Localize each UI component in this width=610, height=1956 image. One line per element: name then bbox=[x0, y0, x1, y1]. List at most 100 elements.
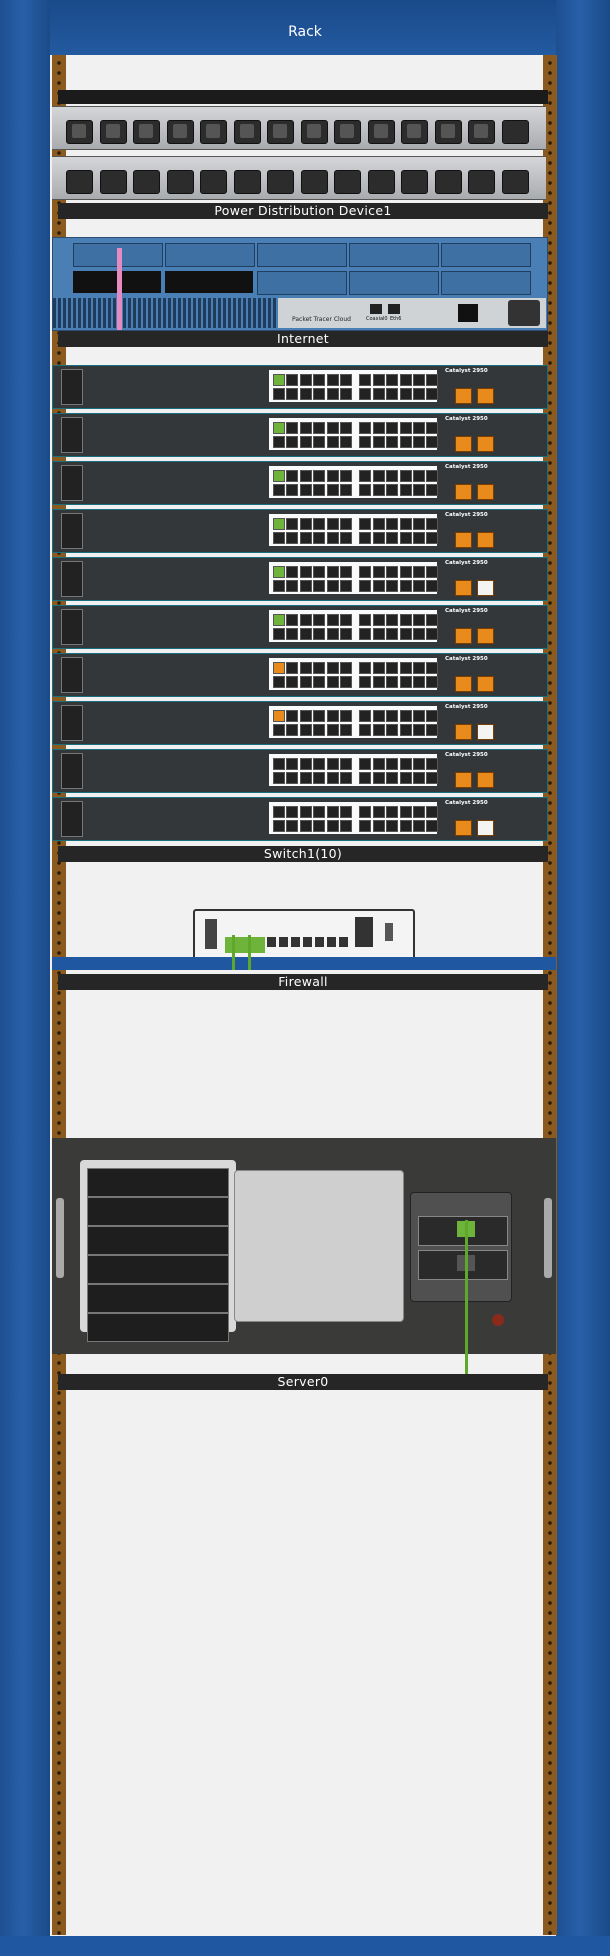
switch-port[interactable] bbox=[326, 758, 339, 770]
switch-port[interactable] bbox=[413, 484, 425, 496]
switch-port[interactable] bbox=[359, 532, 372, 544]
switch-port[interactable] bbox=[426, 676, 439, 688]
switch-port[interactable] bbox=[426, 518, 439, 530]
switch-port[interactable] bbox=[273, 662, 285, 674]
power-outlet[interactable] bbox=[233, 170, 261, 194]
switch-port[interactable] bbox=[359, 676, 372, 688]
switch-port[interactable] bbox=[340, 772, 352, 784]
switch-unit[interactable]: Catalyst 2950 bbox=[52, 509, 548, 553]
switch-port[interactable] bbox=[372, 662, 385, 674]
server-chassis[interactable] bbox=[52, 1138, 556, 1354]
switch-port[interactable] bbox=[386, 470, 399, 482]
switch-port[interactable] bbox=[386, 484, 399, 496]
switch-port[interactable] bbox=[386, 662, 399, 674]
switch-port[interactable] bbox=[386, 758, 399, 770]
switch-port[interactable] bbox=[399, 724, 412, 736]
switch-port[interactable] bbox=[372, 436, 385, 448]
switch-port[interactable] bbox=[273, 758, 285, 770]
firewall-port[interactable] bbox=[267, 937, 276, 947]
switch-port[interactable] bbox=[399, 518, 412, 530]
switch-port[interactable] bbox=[299, 388, 312, 400]
switch-port[interactable] bbox=[273, 532, 285, 544]
switch-port[interactable] bbox=[426, 614, 439, 626]
switch-uplink-port[interactable] bbox=[477, 532, 494, 548]
switch-port[interactable] bbox=[286, 628, 299, 640]
switch-port[interactable] bbox=[413, 532, 425, 544]
switch-port[interactable] bbox=[299, 628, 312, 640]
switch-port[interactable] bbox=[326, 710, 339, 722]
switch-port[interactable] bbox=[286, 820, 299, 832]
switch-port[interactable] bbox=[313, 436, 326, 448]
switch-port[interactable] bbox=[299, 436, 312, 448]
switch-port[interactable] bbox=[299, 484, 312, 496]
power-outlet[interactable] bbox=[200, 120, 227, 144]
switch-port[interactable] bbox=[426, 388, 439, 400]
power-outlet[interactable] bbox=[501, 170, 529, 194]
switch-port[interactable] bbox=[326, 628, 339, 640]
switch-port[interactable] bbox=[372, 374, 385, 386]
switch-port[interactable] bbox=[399, 662, 412, 674]
switch-port[interactable] bbox=[372, 676, 385, 688]
switch-port[interactable] bbox=[359, 566, 372, 578]
switch-port[interactable] bbox=[426, 484, 439, 496]
server-left-handle[interactable] bbox=[56, 1198, 64, 1278]
switch-port[interactable] bbox=[426, 806, 439, 818]
switch-port[interactable] bbox=[340, 758, 352, 770]
switch-port[interactable] bbox=[299, 518, 312, 530]
power-outlet[interactable] bbox=[99, 170, 127, 194]
switch-port[interactable] bbox=[286, 710, 299, 722]
switch-port[interactable] bbox=[313, 628, 326, 640]
switch-port[interactable] bbox=[426, 566, 439, 578]
switch-unit[interactable]: Catalyst 2950 bbox=[52, 749, 548, 793]
server-hard-drive[interactable] bbox=[87, 1226, 229, 1255]
power-outlet[interactable] bbox=[66, 170, 93, 194]
switch-port[interactable] bbox=[399, 532, 412, 544]
switch-port[interactable] bbox=[340, 820, 352, 832]
switch-port[interactable] bbox=[340, 532, 352, 544]
switch-port[interactable] bbox=[273, 436, 285, 448]
switch-port[interactable] bbox=[386, 580, 399, 592]
switch-port[interactable] bbox=[299, 806, 312, 818]
switch-port[interactable] bbox=[326, 436, 339, 448]
switch-port[interactable] bbox=[313, 388, 326, 400]
switch-port[interactable] bbox=[340, 470, 352, 482]
power-outlet[interactable] bbox=[434, 120, 462, 144]
switch-port[interactable] bbox=[273, 566, 285, 578]
switch-port[interactable] bbox=[340, 518, 352, 530]
server-hard-drive[interactable] bbox=[87, 1255, 229, 1284]
switch-uplink-port[interactable] bbox=[477, 580, 494, 596]
power-outlet[interactable] bbox=[166, 120, 194, 144]
router-slot[interactable] bbox=[441, 271, 531, 295]
switch-port[interactable] bbox=[359, 628, 372, 640]
switch-port[interactable] bbox=[359, 388, 372, 400]
switch-port[interactable] bbox=[299, 724, 312, 736]
switch-port[interactable] bbox=[286, 724, 299, 736]
switch-port[interactable] bbox=[326, 772, 339, 784]
switch-uplink-port[interactable] bbox=[477, 772, 494, 788]
switch-port[interactable] bbox=[372, 470, 385, 482]
switch-port[interactable] bbox=[313, 758, 326, 770]
switch-port[interactable] bbox=[286, 518, 299, 530]
switch-port[interactable] bbox=[340, 676, 352, 688]
switch-port[interactable] bbox=[372, 710, 385, 722]
switch-port[interactable] bbox=[299, 374, 312, 386]
switch-port[interactable] bbox=[399, 806, 412, 818]
switch-port[interactable] bbox=[340, 614, 352, 626]
switch-port[interactable] bbox=[286, 758, 299, 770]
switch-port[interactable] bbox=[386, 806, 399, 818]
switch-port[interactable] bbox=[386, 566, 399, 578]
switch-port[interactable] bbox=[326, 422, 339, 434]
switch-port[interactable] bbox=[399, 388, 412, 400]
switch-port[interactable] bbox=[386, 532, 399, 544]
switch-unit[interactable]: Catalyst 2950 bbox=[52, 557, 548, 601]
switch-port[interactable] bbox=[340, 724, 352, 736]
switch-uplink-port[interactable] bbox=[455, 532, 472, 548]
server-power-button[interactable] bbox=[492, 1314, 504, 1326]
switch-port[interactable] bbox=[372, 724, 385, 736]
switch-port[interactable] bbox=[386, 820, 399, 832]
switch-port[interactable] bbox=[372, 388, 385, 400]
switch-port[interactable] bbox=[273, 710, 285, 722]
switch-port[interactable] bbox=[273, 806, 285, 818]
power-outlet[interactable] bbox=[99, 120, 127, 144]
switch-port[interactable] bbox=[386, 628, 399, 640]
